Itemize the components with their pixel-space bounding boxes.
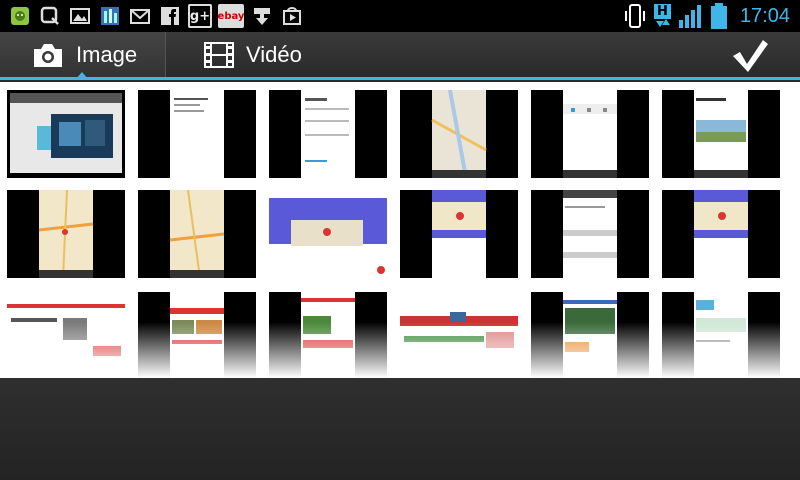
status-right: H 17:04: [624, 3, 790, 29]
tab-video[interactable]: Vidéo: [204, 32, 374, 77]
checkmark-icon[interactable]: [730, 38, 770, 74]
q-icon: [38, 4, 62, 28]
thumbnail[interactable]: [138, 90, 256, 178]
network-type-icon: H: [652, 3, 672, 29]
thumbnail-grid: [0, 82, 800, 380]
thumbnail[interactable]: [400, 90, 518, 178]
thumbnail[interactable]: [7, 190, 125, 278]
camera-icon: [32, 41, 64, 69]
battery-icon: [710, 3, 728, 29]
facebook-icon: [158, 4, 182, 28]
thumbnail[interactable]: [662, 90, 780, 178]
grid-fade-overlay: [0, 322, 800, 378]
thumbnail[interactable]: [662, 190, 780, 278]
thumbnail[interactable]: [400, 190, 518, 278]
vibrate-icon: [624, 3, 646, 29]
tab-bar: Image Vidéo: [0, 32, 800, 80]
film-icon: [204, 41, 234, 69]
thumbnail[interactable]: [531, 90, 649, 178]
thumbnail[interactable]: [269, 190, 387, 278]
notification-icons: g+ ebay: [8, 4, 304, 28]
gallery-icon: [68, 4, 92, 28]
signal-icon: [678, 3, 704, 29]
tab-image[interactable]: Image: [0, 32, 166, 80]
thumbnail[interactable]: [7, 90, 125, 178]
google-plus-icon: g+: [188, 4, 212, 28]
ebay-icon: ebay: [218, 4, 244, 28]
thumbnail[interactable]: [531, 190, 649, 278]
clock: 17:04: [739, 4, 790, 27]
tab-image-label: Image: [76, 41, 138, 67]
status-bar: g+ ebay H 17:04: [0, 0, 800, 32]
thumbnail[interactable]: [138, 190, 256, 278]
gmail-icon: [128, 4, 152, 28]
thumbnail[interactable]: [269, 90, 387, 178]
empty-area: [0, 378, 800, 480]
play-store-icon: [280, 4, 304, 28]
selected-tab-indicator: [75, 72, 89, 80]
download-icon: [250, 4, 274, 28]
android-icon: [8, 4, 32, 28]
tab-video-label: Vidéo: [246, 41, 302, 67]
app-icon: [98, 4, 122, 28]
